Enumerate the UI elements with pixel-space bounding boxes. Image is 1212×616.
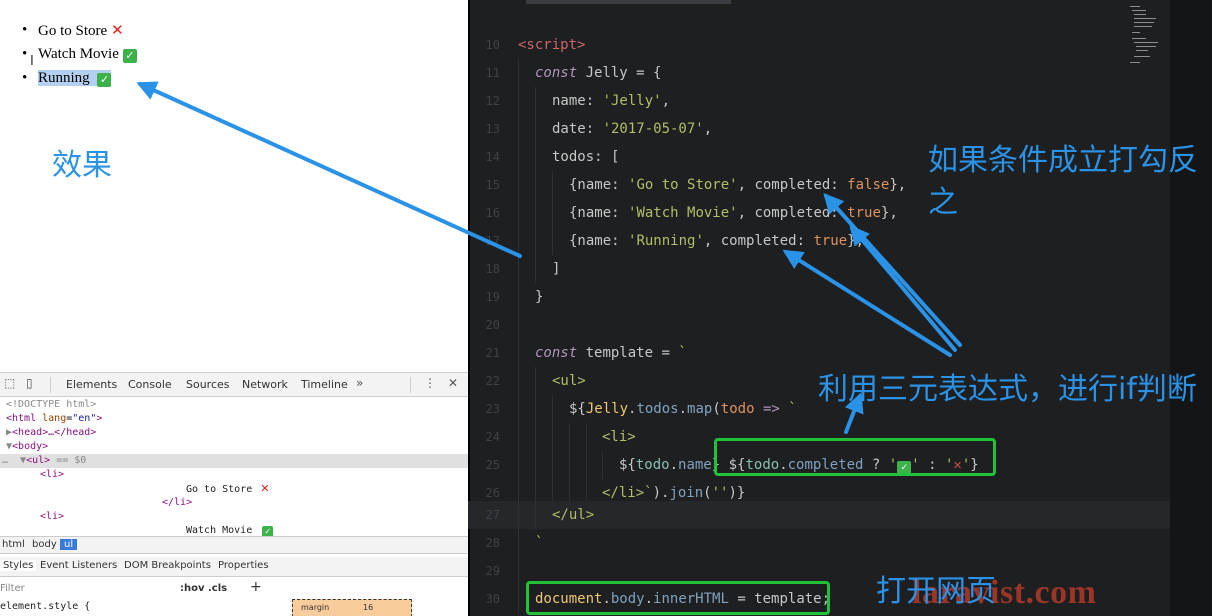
todo-name: Running [38, 70, 90, 86]
menu-icon[interactable]: ⋮ [424, 376, 436, 390]
cross-icon: ✕ [260, 482, 270, 495]
dom-line-selected[interactable]: … ▼<ul> == $0 [2, 454, 86, 468]
device-mode-icon[interactable]: ▯ [26, 376, 33, 390]
dom-line[interactable]: <li> [40, 468, 64, 482]
todo-name: Go to Store [38, 23, 108, 39]
code-line[interactable]: 18] [468, 255, 1170, 283]
code-line[interactable]: 10 <script> [468, 31, 1170, 59]
annotation-condition: 如果条件成立打勾反之 [928, 143, 1198, 220]
editor-scrollbar[interactable] [526, 0, 731, 4]
crumb-ul[interactable]: ul [60, 539, 78, 550]
code-line[interactable]: 17 {name: 'Running', completed: true}, [468, 227, 1170, 255]
breadcrumb: html body ul [0, 536, 468, 554]
tab-sources[interactable]: Sources [186, 378, 230, 391]
dom-tree: <!DOCTYPE html> <html lang="en"> ▶<head>… [0, 398, 468, 538]
dom-line[interactable]: <li> [40, 510, 64, 524]
todo-name-selected[interactable]: Running ✓ [38, 70, 112, 87]
todo-item: Running ✓ [22, 66, 137, 90]
code-line[interactable]: 21 const template = ` [468, 339, 1170, 367]
annotation-effect: 效果 [52, 148, 112, 183]
tab-event-listeners[interactable]: Event Listeners [40, 560, 117, 571]
dom-line[interactable]: Go to Store ✕ [186, 482, 269, 497]
todo-name: Watch Movie [38, 46, 119, 62]
dom-line[interactable]: ▼<body> [6, 440, 48, 454]
check-icon: ✓ [122, 49, 137, 63]
box-margin-value: 16 [363, 603, 374, 612]
text-cursor-icon: I [30, 54, 34, 69]
new-style-rule-icon[interactable]: + [250, 579, 262, 595]
innerhtml-highlight-box [526, 581, 830, 615]
tab-dom-breakpoints[interactable]: DOM Breakpoints [124, 560, 211, 571]
annotation-open-page: 打开网页 [876, 574, 996, 609]
element-style-rule: element.style { [0, 601, 91, 612]
todo-list: Go to Store✕ Watch Movie✓ Running ✓ [22, 18, 137, 90]
box-margin-label: margin [301, 603, 330, 612]
code-line[interactable]: 28 ` [468, 529, 1170, 557]
todo-item: Go to Store✕ [22, 18, 137, 42]
styles-filter-input[interactable]: Filter [0, 583, 25, 594]
box-model: margin 16 [292, 599, 412, 616]
code-line[interactable]: 12 name: 'Jelly', [468, 87, 1170, 115]
inspect-icon[interactable]: ⬚ [4, 376, 15, 390]
editor-gutter-right [1170, 0, 1212, 616]
ternary-highlight-box [714, 438, 996, 476]
cross-icon: ✕ [111, 21, 124, 39]
dom-line[interactable]: </li> [162, 496, 192, 510]
code-line[interactable]: 11 const Jelly = { [468, 59, 1170, 87]
tab-timeline[interactable]: Timeline [301, 378, 348, 391]
crumb-html[interactable]: html [2, 539, 25, 550]
dom-line[interactable]: ▶<head>…</head> [6, 426, 96, 440]
dom-line[interactable]: <!DOCTYPE html> [6, 398, 96, 412]
tab-elements[interactable]: Elements [66, 378, 117, 391]
browser-viewport: Go to Store✕ Watch Movie✓ Running ✓ I 效果 [0, 0, 468, 372]
hov-cls-toggle[interactable]: :hov .cls [180, 583, 227, 594]
more-tabs-icon[interactable]: » [356, 376, 363, 390]
code-line[interactable]: 13 date: '2017-05-07', [468, 115, 1170, 143]
code-line[interactable]: 19} [468, 283, 1170, 311]
devtools-tabbar: ⬚ ▯ Elements Console Sources Network Tim… [0, 373, 468, 397]
code-line-current[interactable]: 27 </ul> [468, 501, 1170, 529]
code-line[interactable]: 20 [468, 311, 1170, 339]
styles-subtabs: Styles Event Listeners DOM Breakpoints P… [0, 557, 468, 577]
annotation-ternary: 利用三元表达式，进行if判断 [818, 372, 1197, 407]
tab-styles[interactable]: Styles [0, 560, 37, 571]
todo-item: Watch Movie✓ [22, 42, 137, 66]
close-icon[interactable]: ✕ [448, 376, 458, 390]
tab-console[interactable]: Console [128, 378, 172, 391]
devtools-panel: ⬚ ▯ Elements Console Sources Network Tim… [0, 372, 468, 616]
crumb-body[interactable]: body [32, 539, 57, 550]
tab-network[interactable]: Network [242, 378, 288, 391]
tab-properties[interactable]: Properties [218, 560, 269, 571]
dom-line[interactable]: <html lang="en"> [6, 412, 102, 426]
check-icon: ✓ [97, 73, 112, 87]
